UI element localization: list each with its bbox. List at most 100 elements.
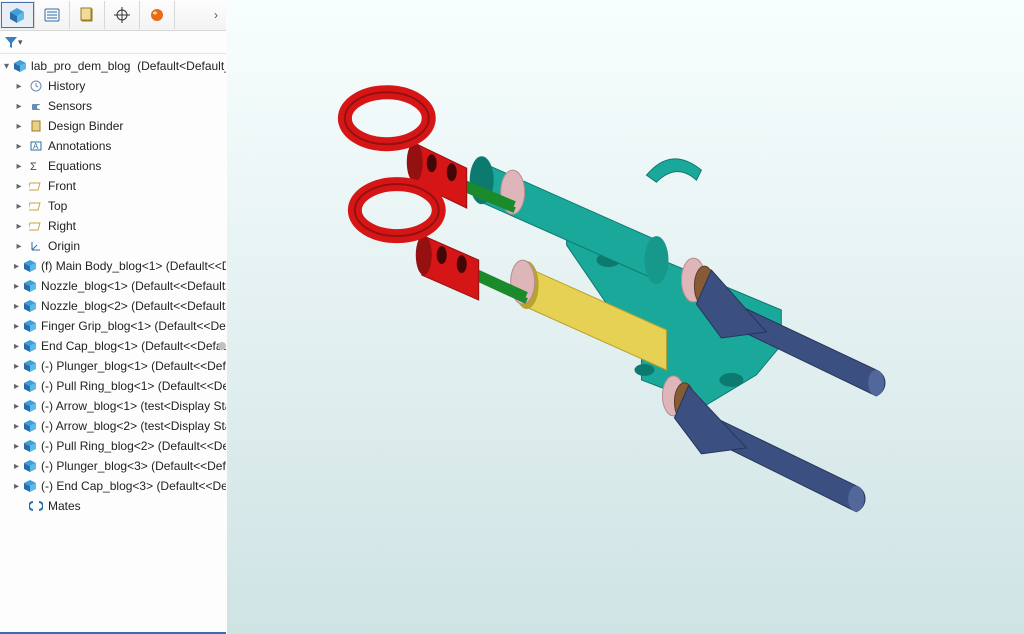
funnel-icon — [4, 35, 18, 49]
tree-item[interactable]: ▸ (-) Plunger_blog<1> (Default<<Defa — [0, 356, 226, 376]
tree-item[interactable]: Mates — [0, 496, 226, 516]
svg-text:A: A — [33, 142, 39, 151]
tree-item[interactable]: ▸ (-) Plunger_blog<3> (Default<<Defa — [0, 456, 226, 476]
feature-tree: ▾ lab_pro_dem_blog (Default<Default_Disp… — [0, 54, 226, 634]
part-icon — [23, 358, 37, 374]
tab-dimxpert-manager[interactable] — [105, 1, 140, 29]
tree-item-label: Nozzle_blog<1> (Default<<Default> — [41, 279, 226, 293]
tree-item[interactable]: ▸ Nozzle_blog<2> (Default<<Default> — [0, 296, 226, 316]
tree-item-label: (f) Main Body_blog<1> (Default<<D — [41, 259, 226, 273]
tree-item-label: Nozzle_blog<2> (Default<<Default> — [41, 299, 226, 313]
tree-item-label: Design Binder — [48, 119, 123, 133]
expand-icon[interactable]: ▸ — [14, 81, 24, 92]
tab-feature-manager[interactable] — [0, 1, 35, 29]
expand-icon[interactable]: ▸ — [14, 281, 19, 292]
tree-item[interactable]: ▸ Right — [0, 216, 226, 236]
tree-item-label: (-) Pull Ring_blog<1> (Default<<Def — [41, 379, 226, 393]
part-icon — [23, 418, 37, 434]
expand-icon[interactable]: ▸ — [14, 161, 24, 172]
part-pull-ring-1 — [345, 92, 429, 144]
expand-icon[interactable]: ▸ — [14, 381, 19, 392]
expand-icon[interactable]: ▸ — [14, 341, 19, 352]
history-icon — [28, 78, 44, 94]
feature-tree-sidebar: › ▾ ▾ lab_pro_dem_blog (Default<Default_… — [0, 0, 227, 634]
tree-item[interactable]: ▸ (-) Arrow_blog<2> (test<Display Sta — [0, 416, 226, 436]
part-icon — [23, 478, 37, 494]
expand-icon[interactable]: ▸ — [14, 321, 19, 332]
part-icon — [23, 458, 37, 474]
graphics-viewport[interactable] — [227, 0, 1024, 634]
tree-item[interactable]: ▸History — [0, 76, 226, 96]
expand-icon[interactable]: ▸ — [14, 441, 19, 452]
expand-icon[interactable]: ▸ — [14, 141, 24, 152]
tree-item-label: Right — [48, 219, 76, 233]
tree-item[interactable]: ▸ Design Binder — [0, 116, 226, 136]
expand-icon[interactable]: ▸ — [14, 241, 24, 252]
part-icon — [23, 338, 37, 354]
tree-item[interactable]: ▸ A Annotations — [0, 136, 226, 156]
tree-item-label: (-) Plunger_blog<1> (Default<<Defa — [41, 359, 226, 373]
part-icon — [23, 378, 37, 394]
part-main-body-top — [470, 156, 669, 284]
tree-item[interactable]: ▸ Nozzle_blog<1> (Default<<Default> — [0, 276, 226, 296]
binder-icon — [28, 118, 44, 134]
tab-overflow-button[interactable]: › — [206, 1, 226, 29]
tree-item[interactable]: ▸ (f) Main Body_blog<1> (Default<<D — [0, 256, 226, 276]
expand-icon[interactable]: ▸ — [14, 401, 19, 412]
tree-item-label: Mates — [48, 499, 81, 513]
tree-item-label: Annotations — [48, 139, 111, 153]
expand-icon[interactable]: ▸ — [14, 421, 19, 432]
tree-item-label: (-) Arrow_blog<2> (test<Display Sta — [41, 419, 226, 433]
expand-icon[interactable]: ▸ — [14, 261, 19, 272]
expand-icon[interactable]: ▸ — [14, 481, 19, 492]
expand-icon[interactable]: ▸ — [14, 221, 24, 232]
expand-icon[interactable]: ▸ — [14, 301, 19, 312]
expand-icon[interactable]: ▸ — [14, 201, 24, 212]
tree-root-assembly[interactable]: ▾ lab_pro_dem_blog (Default<Default_Disp — [0, 56, 226, 76]
tree-item[interactable]: ▸ Finger Grip_blog<1> (Default<<Defa — [0, 316, 226, 336]
tree-item[interactable]: ▸End Cap_blog<1> (Default<<Default — [0, 336, 226, 356]
part-icon — [23, 298, 37, 314]
tree-item[interactable]: ▸Sensors — [0, 96, 226, 116]
part-fixed-icon — [23, 258, 37, 274]
annotations-icon: A — [28, 138, 44, 154]
tree-item-label: (-) Arrow_blog<1> (test<Display Sta — [41, 399, 226, 413]
part-arrow-2 — [674, 386, 865, 512]
expand-icon[interactable]: ▸ — [14, 461, 19, 472]
collapse-icon[interactable]: ▾ — [4, 61, 9, 72]
sensors-icon — [28, 98, 44, 114]
part-pull-ring-2 — [355, 184, 439, 236]
expand-icon[interactable]: ▸ — [14, 101, 24, 112]
target-icon — [114, 7, 130, 23]
tree-item-label: Finger Grip_blog<1> (Default<<Defa — [41, 319, 226, 333]
filter-row[interactable]: ▾ — [0, 31, 226, 54]
part-clip — [646, 159, 701, 182]
part-icon — [23, 398, 37, 414]
expand-icon[interactable]: ▸ — [14, 121, 24, 132]
plane-icon — [28, 218, 44, 234]
tab-property-manager[interactable] — [35, 1, 70, 29]
tree-item[interactable]: ▸Top — [0, 196, 226, 216]
assembly-icon — [13, 58, 27, 74]
tab-config-manager[interactable] — [70, 1, 105, 29]
expand-icon[interactable]: ▸ — [14, 181, 24, 192]
tab-display-manager[interactable] — [140, 1, 175, 29]
plane-icon — [28, 198, 44, 214]
tree-item-label: Front — [48, 179, 76, 193]
assembly-name-label: lab_pro_dem_blog (Default<Default_Disp — [31, 59, 226, 73]
part-icon — [23, 318, 37, 334]
tree-item[interactable]: ▸ (-) Pull Ring_blog<1> (Default<<Def — [0, 376, 226, 396]
config-icon — [79, 7, 95, 23]
tree-item[interactable]: ▸ (-) Arrow_blog<1> (test<Display Sta — [0, 396, 226, 416]
tree-item[interactable]: ▸(-) Pull Ring_blog<2> (Default<<Def — [0, 436, 226, 456]
expand-icon[interactable]: ▸ — [14, 361, 19, 372]
3d-model-render — [227, 0, 1024, 634]
tree-item-label: (-) Plunger_blog<3> (Default<<Defa — [41, 459, 226, 473]
tree-item[interactable]: ▸Origin — [0, 236, 226, 256]
tree-item-label: Equations — [48, 159, 101, 173]
tree-item[interactable]: ▸ΣEquations — [0, 156, 226, 176]
chevron-right-icon: › — [214, 8, 218, 22]
tree-item[interactable]: ▸(-) End Cap_blog<3> (Default<<Def — [0, 476, 226, 496]
sidebar-tab-row: › — [0, 0, 226, 31]
tree-item[interactable]: ▸ Front — [0, 176, 226, 196]
